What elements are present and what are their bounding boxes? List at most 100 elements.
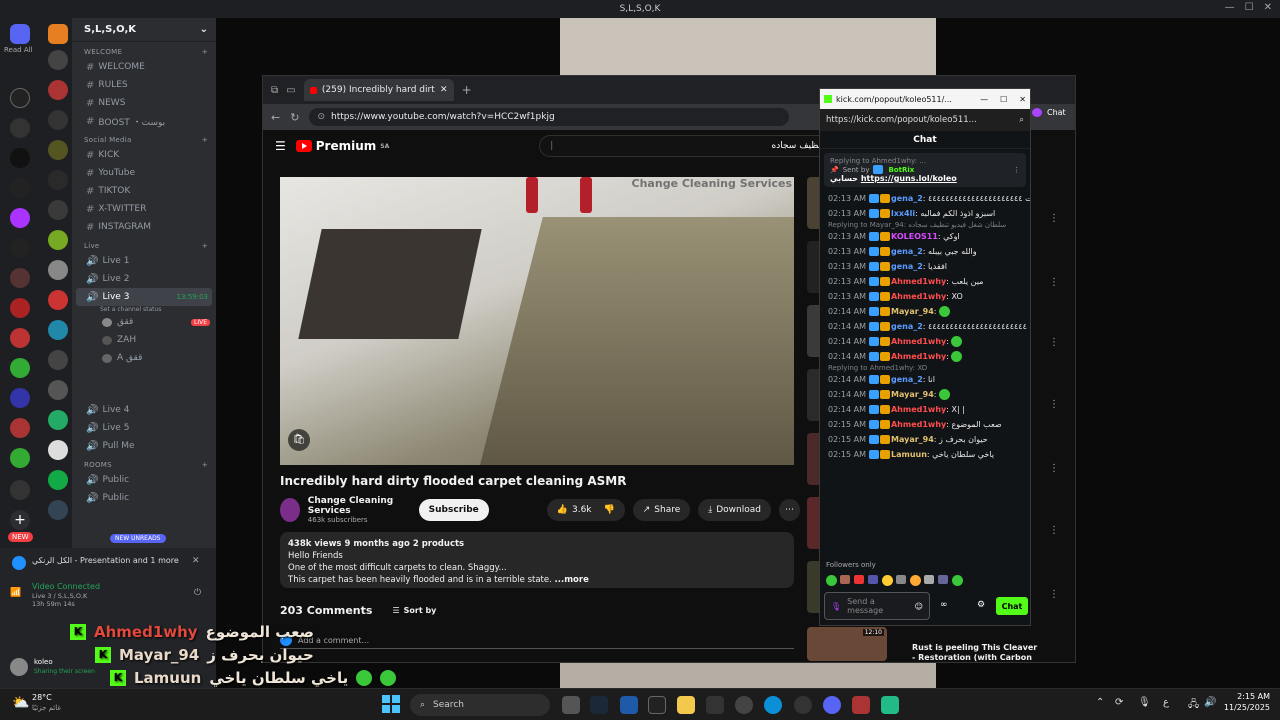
message-user[interactable]: Ahmed1why <box>891 420 946 429</box>
channel-boost[interactable]: # BOOST ・بوست <box>72 112 216 130</box>
message-user[interactable]: lxx4li <box>891 209 915 218</box>
channel-news[interactable]: # NEWS <box>72 94 216 112</box>
language-indicator[interactable]: ع <box>1163 697 1169 708</box>
signal-icon[interactable]: 📶 <box>10 588 21 598</box>
more-options-icon[interactable]: ⋮ <box>1013 166 1020 174</box>
message-user[interactable]: gena_2 <box>891 247 923 256</box>
download-button[interactable]: ⤓ Download <box>698 499 771 521</box>
voice-channel-live-3[interactable]: 🔊 Live 3 13:59:03 <box>76 288 212 306</box>
message-user[interactable]: gena_2 <box>891 322 923 331</box>
emote-icon[interactable] <box>854 575 864 584</box>
server-icon[interactable] <box>10 178 30 198</box>
more-options-icon[interactable]: ⋮ <box>1049 463 1059 474</box>
read-all-label[interactable]: Read All <box>4 46 33 54</box>
plus-icon[interactable]: + <box>202 136 208 144</box>
close-icon[interactable]: ✕ <box>1264 2 1272 13</box>
reply-context[interactable]: Replying to Mayar_94: سلطان شغل فيديو تن… <box>820 221 1030 229</box>
more-actions-icon[interactable]: ⋯ <box>779 499 800 521</box>
plus-icon[interactable]: + <box>202 242 208 250</box>
folder-icon[interactable] <box>48 24 68 44</box>
voice-channel-live-2[interactable]: 🔊 Live 2 <box>72 270 216 288</box>
minimize-icon[interactable]: — <box>980 95 988 104</box>
like-button[interactable]: 👍 3.6k 👎 <box>546 499 625 521</box>
emoji-icon[interactable]: ☺ <box>915 602 923 611</box>
message-user[interactable]: Ahmed1why <box>891 405 946 414</box>
related-title[interactable]: Rust is peeling This Cleaver - Restorati… <box>912 643 1042 663</box>
file-explorer-icon[interactable] <box>677 696 695 714</box>
network-icon[interactable]: 🖧 <box>1188 697 1199 714</box>
chat-message[interactable]: 02:14 AM Ahmed1why: <box>820 349 1030 364</box>
youtube-chat-tab[interactable]: Chat <box>1032 108 1066 117</box>
voice-channel-live-1[interactable]: 🔊 Live 1 <box>72 252 216 270</box>
obs-icon[interactable] <box>794 696 812 714</box>
chat-send-button[interactable]: Chat <box>996 597 1028 615</box>
server-icon[interactable] <box>48 500 68 520</box>
new-tab-icon[interactable]: + <box>462 83 472 97</box>
channel-rules[interactable]: # RULES <box>72 76 216 94</box>
channel-youtube[interactable]: # YouTube <box>72 164 216 182</box>
clock-time[interactable]: 2:15 AM <box>1222 692 1270 701</box>
more-options-icon[interactable]: ⋮ <box>1049 337 1059 348</box>
chat-message[interactable]: 02:15 AM Mayar_94: حيوان بحرف ز <box>820 432 1030 447</box>
server-icon[interactable] <box>48 290 68 310</box>
server-icon[interactable] <box>48 440 68 460</box>
plus-icon[interactable]: + <box>202 48 208 56</box>
mic-icon[interactable]: 🎙 <box>831 602 841 611</box>
message-user[interactable]: Ahmed1why <box>891 292 946 301</box>
mic-icon[interactable]: 🎙 <box>1138 697 1151 708</box>
server-icon[interactable] <box>10 118 30 138</box>
tab-close-icon[interactable]: ✕ <box>440 85 448 95</box>
pinned-message[interactable]: Replying to Ahmed1why: ... 📌 Sent by Bot… <box>824 153 1026 187</box>
user-avatar[interactable] <box>10 658 28 676</box>
sort-by-button[interactable]: ☰ Sort by <box>392 606 436 615</box>
start-icon[interactable] <box>382 695 400 713</box>
emote-icon[interactable] <box>896 575 906 584</box>
server-icon[interactable] <box>48 230 68 250</box>
chat-message[interactable]: 02:13 AM Ahmed1why: XO <box>820 289 1030 304</box>
emote-icon[interactable] <box>924 575 934 584</box>
weather-temp[interactable]: 28°C <box>32 693 52 702</box>
server-icon[interactable] <box>10 148 30 168</box>
emote-icon[interactable] <box>952 575 963 586</box>
message-user[interactable]: Mayar_94 <box>891 390 934 399</box>
chat-message[interactable]: 02:14 AMgena_2: بعوضتت ٤٤٤٤٤٤٤٤٤٤٤٤٤٤٤٤٤… <box>820 319 1030 334</box>
chat-message[interactable]: 02:15 AM Lamuun: ياخي سلطان ياخي <box>820 447 1030 462</box>
reply-context[interactable]: Replying to Ahmed1why: XO <box>820 364 1030 372</box>
message-user[interactable]: Ahmed1why <box>891 277 946 286</box>
channel-welcome[interactable]: # WELCOME <box>72 58 216 76</box>
thumbs-down-icon[interactable]: 👎 <box>604 505 615 515</box>
app-icon[interactable] <box>852 696 870 714</box>
chat-message[interactable]: 02:14 AM Mayar_94: <box>820 304 1030 319</box>
emote-icon[interactable] <box>826 575 837 586</box>
server-icon[interactable] <box>48 80 68 100</box>
taskbar-search[interactable]: ⌕ Search <box>410 694 550 716</box>
voice-channel-public[interactable]: 🔊 Public <box>72 471 216 489</box>
chat-message[interactable]: 02:13 AM gena_2: افقديا <box>820 259 1030 274</box>
server-icon[interactable] <box>48 380 68 400</box>
video-description[interactable]: 438k views 9 months ago 2 products Hello… <box>280 532 794 588</box>
app-icon[interactable] <box>735 696 753 714</box>
server-icon[interactable] <box>48 470 68 490</box>
voice-channel-live-4[interactable]: 🔊 Live 4 <box>72 401 216 419</box>
app-icon[interactable] <box>620 696 638 714</box>
back-icon[interactable]: ← <box>271 111 280 124</box>
server-icon[interactable] <box>10 88 30 108</box>
disconnect-icon[interactable]: ⏻ <box>194 588 201 598</box>
tabs-sidebar-icon[interactable]: ▭ <box>286 85 295 96</box>
chat-message[interactable]: 02:13 AM Ahmed1why: مين يلعب <box>820 274 1030 289</box>
chat-message[interactable]: 02:14 AM gena_2: انا <box>820 372 1030 387</box>
channel-tiktok[interactable]: # TIKTOK <box>72 182 216 200</box>
message-user[interactable]: KOLEOS11 <box>891 232 938 241</box>
chat-message[interactable]: 02:14 AM Ahmed1why: <box>820 334 1030 349</box>
emote-icon[interactable] <box>882 575 893 586</box>
sync-icon[interactable]: ⟳ <box>1115 697 1123 708</box>
chat-message-input[interactable]: 🎙 Send a message ☺ <box>824 592 930 620</box>
more-options-icon[interactable]: ⋮ <box>1049 399 1059 410</box>
voice-location[interactable]: Live 3 / S,L,S,O,K <box>32 592 87 600</box>
chat-message[interactable]: 02:13 AM lxx4li: اسبزو اذوذ الكم فمالبه <box>820 206 1030 221</box>
minimize-icon[interactable]: — <box>1225 2 1235 13</box>
maximize-icon[interactable]: ☐ <box>1000 95 1007 104</box>
subscribe-button[interactable]: Subscribe <box>418 499 489 521</box>
message-user[interactable]: Lamuun <box>891 450 927 459</box>
new-unreads-badge[interactable]: NEW UNREADS <box>110 534 166 543</box>
